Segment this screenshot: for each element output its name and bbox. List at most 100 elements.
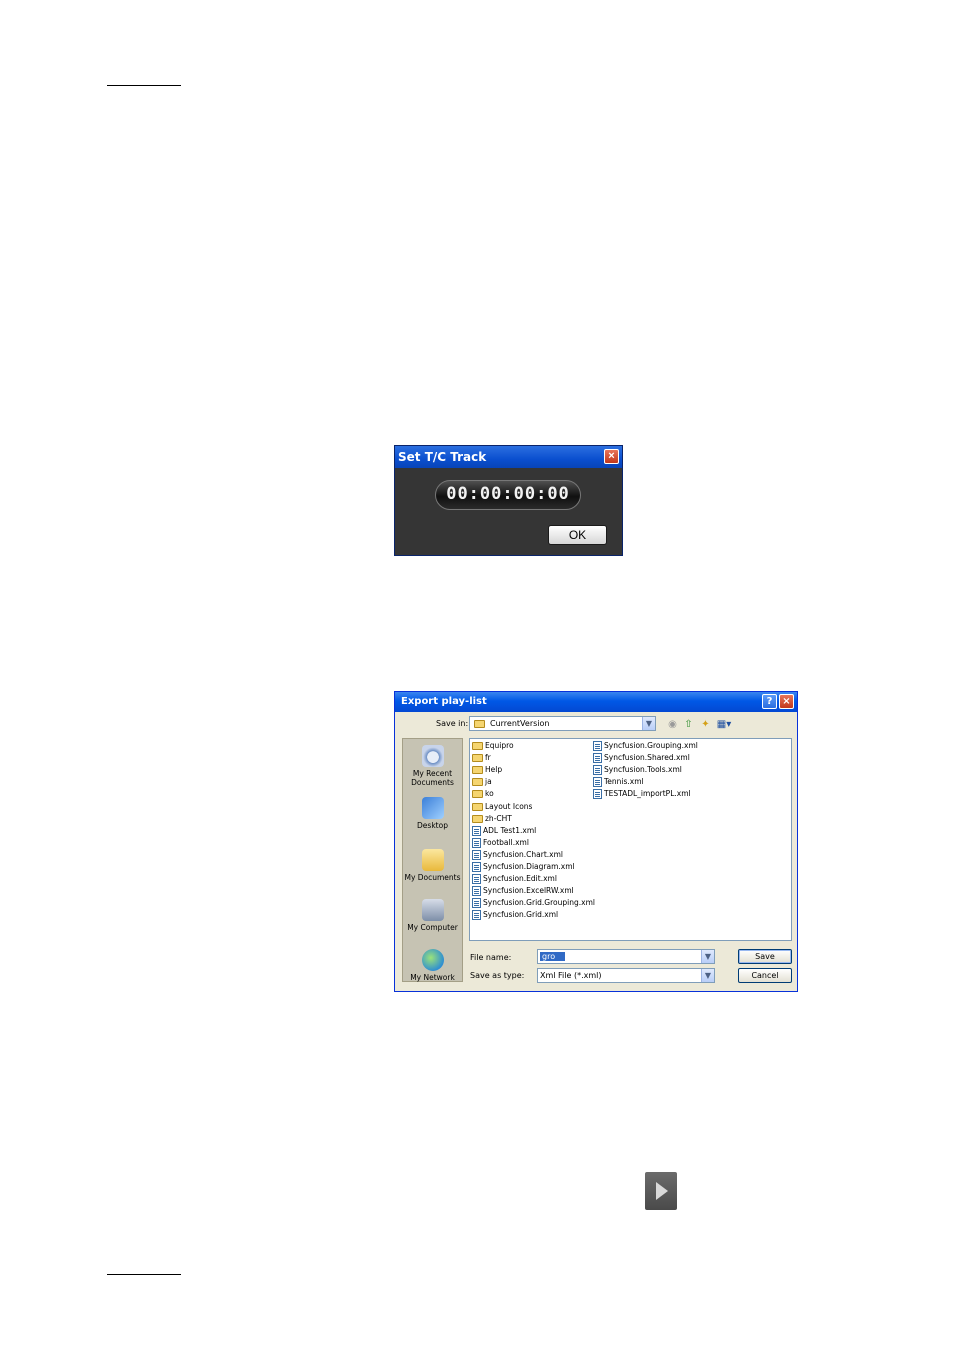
new-folder-icon[interactable]: ✦ [699,719,712,731]
my-computer-icon [421,899,444,921]
place-my-documents[interactable]: My Documents [403,849,462,882]
file-item[interactable]: Syncfusion.Diagram.xml [472,861,575,873]
place-label: My Documents [404,873,461,882]
back-icon[interactable]: ◉ [666,719,679,731]
file-item[interactable]: Football.xml [472,837,529,849]
place-my-network[interactable]: My Network [403,949,462,982]
tc-dialog-titlebar: Set T/C Track [395,446,622,468]
play-arrow-icon[interactable] [645,1172,677,1210]
file-list[interactable]: Equipro fr Help ja ko Layout Icons zh-CHT ADL T… [469,738,792,941]
folder-icon [472,802,483,811]
xml-file-icon [472,837,481,848]
folder-item[interactable]: zh-CHT [472,813,512,825]
file-item-label: Layout Icons [485,801,533,811]
export-dialog-title: Export play-list [401,696,487,707]
export-close-button[interactable]: × [779,694,794,709]
file-item[interactable]: Syncfusion.Grid.Grouping.xml [472,897,595,909]
save-as-type-label: Save as type: [470,971,525,980]
chevron-down-icon[interactable]: ▼ [642,717,655,730]
desktop-icon [421,797,444,819]
file-item[interactable]: Syncfusion.Shared.xml [593,752,690,764]
file-item-label: ADL Test1.xml [483,825,537,835]
xml-file-icon [472,874,481,885]
file-item[interactable]: Syncfusion.Edit.xml [472,873,557,885]
folder-icon [472,766,483,775]
file-item-label: ko [485,789,494,799]
folder-icon [472,814,483,823]
folder-item[interactable]: ja [472,776,492,788]
file-item-label: TESTADL_importPL.xml [604,789,691,799]
file-name-label: File name: [470,953,512,962]
chevron-down-icon[interactable]: ▼ [701,969,714,982]
save-as-type-value: Xml File (*.xml) [540,971,602,980]
file-item-label: Syncfusion.Edit.xml [483,874,557,884]
folder-icon [472,754,483,763]
file-item-label: Syncfusion.Grid.Grouping.xml [483,898,595,908]
xml-file-icon [472,825,481,836]
tc-close-button[interactable]: × [604,449,619,464]
help-button[interactable]: ? [762,694,777,709]
folder-icon [474,720,485,728]
folder-icon [472,790,483,799]
folder-item[interactable]: Help [472,764,502,776]
save-as-type-select[interactable]: Xml File (*.xml) ▼ [537,968,715,983]
file-item-label: Help [485,765,503,775]
file-item-label: Syncfusion.Chart.xml [483,849,564,859]
xml-file-icon [593,753,602,764]
file-item-label: Syncfusion.Tools.xml [604,765,682,775]
file-item[interactable]: TESTADL_importPL.xml [593,788,691,800]
file-item-label: zh-CHT [485,813,512,823]
file-item-label: fr [485,753,491,763]
file-item[interactable]: Syncfusion.Grouping.xml [593,740,698,752]
place-recent-documents[interactable]: My Recent Documents [403,745,462,787]
file-item[interactable]: Tennis.xml [593,776,644,788]
save-in-select[interactable]: CurrentVersion ▼ [469,716,656,731]
file-item[interactable]: ADL Test1.xml [472,825,536,837]
xml-file-icon [593,741,602,751]
place-label: Desktop [417,821,448,830]
folder-item[interactable]: Layout Icons [472,801,532,813]
save-in-value: CurrentVersion [490,719,550,728]
set-tc-track-dialog: Set T/C Track × 00:00:00:00 OK [394,445,623,556]
chevron-down-icon[interactable]: ▼ [701,950,714,963]
footer-rule [107,1274,181,1275]
my-network-icon [421,949,444,971]
cancel-button[interactable]: Cancel [738,968,792,983]
xml-file-icon [593,789,602,800]
file-item-label: ja [485,777,492,787]
file-item[interactable]: Syncfusion.ExcelRW.xml [472,885,574,897]
folder-item[interactable]: Equipro [472,740,514,752]
timecode-field[interactable]: 00:00:00:00 [435,480,581,510]
file-item-label: Football.xml [483,837,529,847]
place-label: My Recent Documents [411,769,454,787]
export-dialog-titlebar: Export play-list ? × [395,692,797,712]
file-item[interactable]: Syncfusion.Tools.xml [593,764,682,776]
xml-file-icon [593,765,602,776]
up-folder-icon[interactable]: ⇧ [682,719,695,731]
my-documents-icon [421,849,444,871]
xml-file-icon [472,849,481,860]
file-item[interactable]: Syncfusion.Chart.xml [472,849,563,861]
xml-file-icon [472,862,481,872]
file-item[interactable]: Syncfusion.Grid.xml [472,909,558,921]
xml-file-icon [593,777,602,788]
place-label: My Network [410,973,455,982]
place-label: My Computer [407,923,458,932]
file-name-value: gro [540,952,566,961]
file-item-label: Syncfusion.Grid.xml [483,910,559,920]
place-desktop[interactable]: Desktop [403,797,462,830]
folder-icon [472,742,483,750]
file-item-label: Syncfusion.Diagram.xml [483,862,575,871]
file-item-label: Equipro [485,741,514,750]
folder-item[interactable]: fr [472,752,491,764]
folder-icon [472,778,483,787]
folder-item[interactable]: ko [472,788,494,800]
file-item-label: Tennis.xml [604,777,644,787]
place-my-computer[interactable]: My Computer [403,899,462,932]
places-bar: My Recent Documents Desktop My Documents… [402,738,463,982]
view-menu-icon[interactable]: ▦▾ [715,719,733,731]
save-button[interactable]: Save [738,949,792,964]
file-name-field[interactable]: gro ▼ [537,949,715,964]
save-in-label: Save in: [436,719,469,728]
ok-button[interactable]: OK [548,525,607,545]
